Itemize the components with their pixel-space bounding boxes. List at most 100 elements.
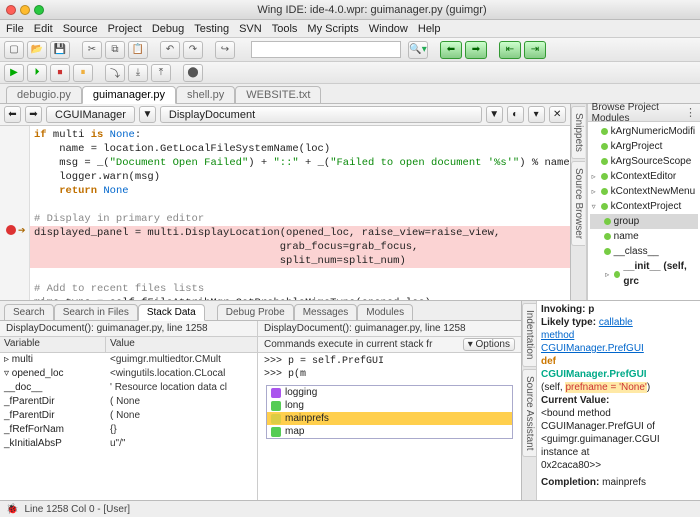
chevron-down-icon[interactable]: ▿	[590, 199, 598, 214]
completion-item-selected[interactable]: mainprefs	[285, 413, 329, 424]
chevron-right-icon[interactable]: ▹	[590, 184, 598, 199]
tree-item-selected[interactable]: group	[614, 214, 640, 229]
debug-pause-icon[interactable]: ⏸	[73, 64, 93, 82]
var-name[interactable]: ▿ opened_loc	[0, 367, 106, 381]
tab-shell[interactable]: shell.py	[176, 86, 235, 103]
debug-run-icon[interactable]: ▶	[4, 64, 24, 82]
tab-modules[interactable]: Modules	[357, 304, 413, 320]
scope-class-dropdown-icon[interactable]: ▼	[139, 106, 156, 123]
panel-options-icon[interactable]: ⋮	[685, 106, 696, 119]
tree-item[interactable]: kContextNewMenu	[611, 184, 695, 199]
col-value[interactable]: Value	[106, 337, 257, 352]
tab-search[interactable]: Search	[4, 304, 54, 320]
menu-source[interactable]: Source	[63, 23, 98, 35]
scope-method-dropdown-icon[interactable]: ▼	[486, 106, 503, 123]
var-name[interactable]: _fRefForNam	[0, 423, 106, 437]
sidetab-source-browser[interactable]: Source Browser	[571, 161, 585, 246]
tab-website[interactable]: WEBSITE.txt	[235, 86, 321, 103]
chevron-right-icon[interactable]: ▹	[604, 267, 611, 282]
completion-item[interactable]: map	[285, 426, 304, 437]
completion-popup[interactable]: logging long mainprefs map	[266, 385, 513, 439]
options-icon[interactable]: ▾	[528, 106, 545, 123]
menu-project[interactable]: Project	[108, 23, 142, 35]
menu-testing[interactable]: Testing	[194, 23, 229, 35]
close-editor-icon[interactable]: ✕	[549, 106, 566, 123]
cut-icon[interactable]: ✂	[82, 41, 102, 59]
menu-window[interactable]: Window	[369, 23, 408, 35]
menu-help[interactable]: Help	[418, 23, 441, 35]
var-name[interactable]: ▹ multi	[0, 353, 106, 367]
menu-debug[interactable]: Debug	[152, 23, 184, 35]
redo-icon[interactable]: ↷	[183, 41, 203, 59]
breakpoint-toggle-icon[interactable]: ⬤	[183, 64, 203, 82]
step-into-icon[interactable]: ⤓	[128, 64, 148, 82]
paste-icon[interactable]: 📋	[128, 41, 148, 59]
tree-item[interactable]: __class__	[614, 244, 659, 259]
history-fwd-icon[interactable]: ➡	[25, 106, 42, 123]
tab-stack-data[interactable]: Stack Data	[138, 304, 205, 321]
tree-item[interactable]: kArgProject	[611, 139, 663, 154]
scope-class[interactable]: CGUIManager	[46, 106, 135, 123]
chevron-right-icon[interactable]: ▹	[590, 169, 598, 184]
step-over-icon[interactable]: ⤵	[105, 64, 125, 82]
menu-myscripts[interactable]: My Scripts	[307, 23, 358, 35]
menu-edit[interactable]: Edit	[34, 23, 53, 35]
breakpoint-icon[interactable]	[6, 225, 16, 235]
open-file-icon[interactable]: 📂	[27, 41, 47, 59]
tree-item[interactable]: __init__ (self, grc	[623, 259, 698, 289]
col-variable[interactable]: Variable	[0, 337, 106, 352]
tab-debugio[interactable]: debugio.py	[6, 86, 82, 103]
asst-type-link[interactable]: callable	[599, 317, 633, 328]
probe-options-button[interactable]: ▾ Options	[463, 338, 515, 351]
step-out-icon[interactable]: ⤒	[151, 64, 171, 82]
indent-left-icon[interactable]: ⇤	[499, 41, 521, 59]
tree-item[interactable]: kArgNumericModifi	[611, 124, 695, 139]
toolbar-search-input[interactable]	[251, 41, 401, 58]
nav-fwd-button[interactable]: ➡	[465, 41, 487, 59]
tab-debug-probe[interactable]: Debug Probe	[217, 304, 294, 320]
debug-run2-icon[interactable]: ⏵	[27, 64, 47, 82]
sidetab-indentation[interactable]: Indentation	[522, 303, 536, 367]
tree-item[interactable]: kContextProject	[611, 199, 682, 214]
probe-frame-label[interactable]: DisplayDocument(): guimanager.py, line 1…	[264, 323, 466, 334]
var-name[interactable]: __doc__	[0, 381, 106, 395]
tree-item[interactable]: kContextEditor	[611, 169, 677, 184]
save-icon[interactable]: 💾	[50, 41, 70, 59]
variable-list[interactable]: ▹ multi<guimgr.multiedtor.CMult ▿ opened…	[0, 353, 257, 500]
menu-file[interactable]: File	[6, 23, 24, 35]
goto-icon[interactable]: ↪	[215, 41, 235, 59]
stack-frame-label[interactable]: DisplayDocument(): guimanager.py, line 1…	[0, 321, 257, 337]
completion-item[interactable]: long	[285, 400, 304, 411]
menu-svn[interactable]: SVN	[239, 23, 262, 35]
var-name[interactable]: _fParentDir	[0, 395, 106, 409]
tree-item[interactable]: kArgSourceScope	[611, 154, 692, 169]
search-icon[interactable]: 🔍▾	[408, 41, 428, 59]
code-editor[interactable]: ➔ if multi is None: name = location.GetL…	[0, 126, 570, 300]
menu-tools[interactable]: Tools	[272, 23, 298, 35]
var-name[interactable]: _fParentDir	[0, 409, 106, 423]
scope-method[interactable]: DisplayDocument	[160, 106, 482, 123]
var-name[interactable]: _kInitialAbsP	[0, 437, 106, 451]
project-tree[interactable]: kArgNumericModifi kArgProject kArgSource…	[588, 122, 700, 291]
history-back-icon[interactable]: ⬅	[4, 106, 21, 123]
new-file-icon[interactable]: ▢	[4, 41, 24, 59]
completion-item[interactable]: logging	[285, 387, 317, 398]
sidetab-snippets[interactable]: Snippets	[571, 106, 585, 159]
undo-icon[interactable]: ↶	[160, 41, 180, 59]
tree-item[interactable]: name	[614, 229, 639, 244]
palette-icon[interactable]: ◐	[507, 106, 524, 123]
debug-stop-icon[interactable]: ⏹	[50, 64, 70, 82]
close-icon[interactable]	[6, 5, 16, 15]
minimize-icon[interactable]	[20, 5, 30, 15]
editor-gutter[interactable]: ➔	[0, 126, 30, 300]
nav-back-button[interactable]: ⬅	[440, 41, 462, 59]
bug-icon[interactable]: 🐞	[6, 504, 18, 515]
copy-icon[interactable]: ⧉	[105, 41, 125, 59]
debug-probe-terminal[interactable]: >>> p = self.PrefGUI >>> p(m	[258, 353, 521, 383]
zoom-icon[interactable]	[34, 5, 44, 15]
tab-messages[interactable]: Messages	[294, 304, 358, 320]
asst-symbol-link[interactable]: CGUIManager.PrefGUI	[541, 342, 696, 355]
sidetab-source-assistant[interactable]: Source Assistant	[522, 369, 536, 457]
indent-right-icon[interactable]: ⇥	[524, 41, 546, 59]
tab-guimanager[interactable]: guimanager.py	[82, 86, 176, 104]
